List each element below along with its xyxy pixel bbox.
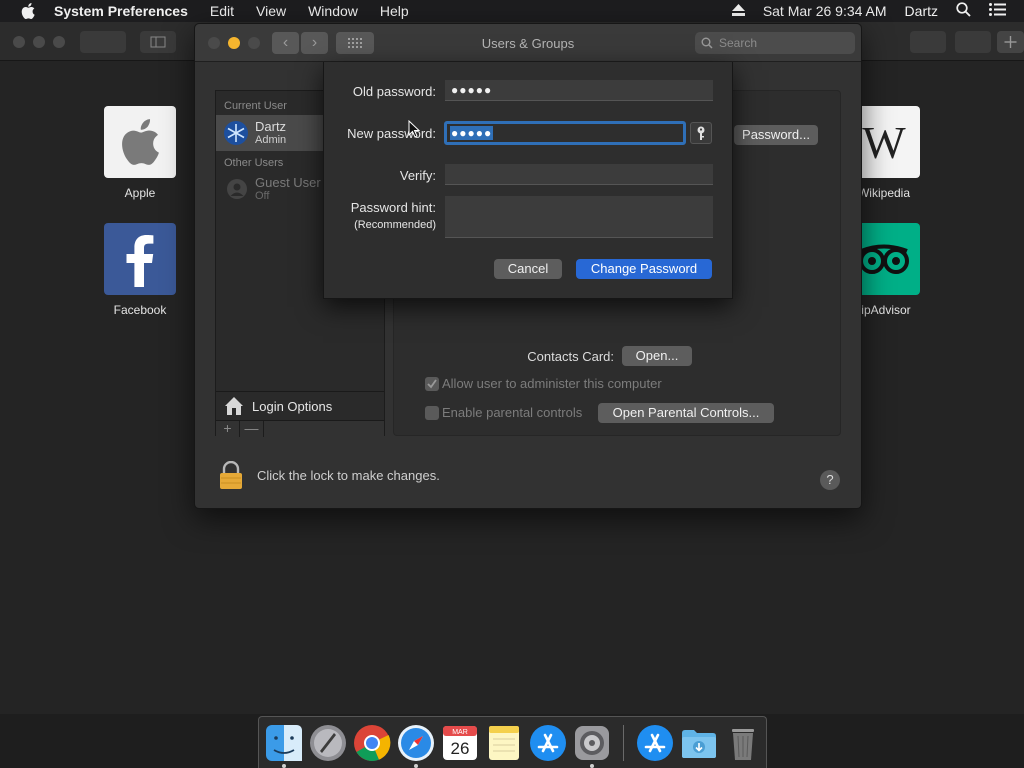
edit-menu[interactable]: Edit <box>210 3 234 19</box>
running-indicator <box>590 764 594 768</box>
login-options-item[interactable]: Login Options <box>216 391 384 421</box>
guest-avatar-icon <box>227 179 247 199</box>
user-name: Dartz <box>255 119 287 134</box>
allow-admin-label: Allow user to administer this computer <box>442 376 662 391</box>
clock[interactable]: Sat Mar 26 9:34 AM <box>763 3 887 19</box>
cancel-button[interactable]: Cancel <box>494 259 562 279</box>
add-remove-controls: + — <box>216 421 384 437</box>
finder-icon[interactable] <box>264 723 304 763</box>
calendar-day: 26 <box>451 739 470 758</box>
allow-admin-checkbox[interactable] <box>425 377 439 391</box>
password-assistant-key-icon[interactable] <box>690 122 712 144</box>
zoom-button[interactable] <box>53 36 65 48</box>
user-menu[interactable]: Dartz <box>905 3 938 19</box>
search-input[interactable]: Search <box>695 32 855 54</box>
contacts-card-label: Contacts Card: <box>527 349 614 364</box>
calendar-month: MAR <box>452 729 468 736</box>
password-hint-label: Password hint: <box>350 200 436 215</box>
dock-separator <box>623 725 624 761</box>
old-password-label: Old password: <box>352 84 436 99</box>
login-options-label: Login Options <box>252 398 333 414</box>
app-store-downloads-icon[interactable] <box>635 723 675 763</box>
trash-icon[interactable] <box>723 723 763 763</box>
add-user-button[interactable]: + <box>216 421 240 437</box>
favorite-apple[interactable]: Apple <box>104 106 176 200</box>
eject-icon[interactable] <box>731 3 745 19</box>
user-name: Guest User <box>255 175 321 190</box>
minimize-button[interactable] <box>33 36 45 48</box>
parental-controls-label: Enable parental controls <box>442 405 583 420</box>
running-indicator <box>414 764 418 768</box>
change-password-sheet: Old password: ●●●●● New password: ●●●●● … <box>323 62 733 299</box>
app-name-menu[interactable]: System Preferences <box>54 3 188 19</box>
help-menu[interactable]: Help <box>380 3 409 19</box>
new-tab-icon[interactable] <box>997 31 1024 53</box>
new-password-field[interactable]: ●●●●● <box>444 121 686 145</box>
old-password-field[interactable]: ●●●●● <box>445 80 713 101</box>
window-menu[interactable]: Window <box>308 3 358 19</box>
prefs-toolbar: ‹ › Users & Groups Search <box>195 24 861 62</box>
dock: MAR 26 <box>258 716 767 768</box>
current-user-header: Current User <box>224 100 287 112</box>
app-store-icon[interactable] <box>528 723 568 763</box>
change-password-confirm-button[interactable]: Change Password <box>576 259 712 279</box>
facebook-logo-icon <box>104 223 176 295</box>
other-users-header: Other Users <box>224 157 284 169</box>
parental-controls-checkbox[interactable] <box>425 406 439 420</box>
calendar-icon[interactable]: MAR 26 <box>440 723 480 763</box>
system-preferences-icon[interactable] <box>572 723 612 763</box>
safari-icon[interactable] <box>396 723 436 763</box>
verify-label: Verify: <box>399 168 436 183</box>
mouse-cursor-icon <box>408 120 420 138</box>
user-role: Admin <box>255 134 287 146</box>
house-icon <box>225 397 243 415</box>
running-indicator <box>282 764 286 768</box>
search-placeholder: Search <box>719 36 758 50</box>
open-parental-controls-button[interactable]: Open Parental Controls... <box>598 403 774 423</box>
lock-icon[interactable] <box>219 461 243 489</box>
notification-center-icon[interactable] <box>989 3 1006 19</box>
password-hint-field[interactable] <box>445 196 713 238</box>
new-password-label: New password: <box>347 126 436 141</box>
notes-icon[interactable] <box>484 723 524 763</box>
remove-user-button[interactable]: — <box>240 421 264 437</box>
search-icon <box>701 37 713 49</box>
password-hint-recommended: (Recommended) <box>354 219 436 231</box>
launchpad-icon[interactable] <box>308 723 348 763</box>
lock-row: Click the lock to make changes. <box>219 460 719 490</box>
apple-menu-icon[interactable] <box>20 3 36 19</box>
share-icon[interactable] <box>910 31 946 53</box>
favorite-label: Facebook <box>113 303 167 317</box>
verify-field[interactable] <box>445 164 713 185</box>
help-button[interactable]: ? <box>820 470 840 490</box>
spotlight-icon[interactable] <box>956 2 971 20</box>
tabs-overview-icon[interactable] <box>955 31 991 53</box>
menu-bar: System Preferences Edit View Window Help… <box>0 0 1024 22</box>
favorite-label: Apple <box>124 186 156 200</box>
back-forward-buttons[interactable] <box>80 31 126 53</box>
user-status: Off <box>255 190 270 202</box>
open-contacts-button[interactable]: Open... <box>622 346 692 366</box>
downloads-folder-icon[interactable] <box>679 723 719 763</box>
apple-logo-icon <box>104 106 176 178</box>
favorite-facebook[interactable]: Facebook <box>104 223 176 317</box>
change-password-button[interactable]: Password... <box>734 125 818 145</box>
selected-password-text: ●●●●● <box>450 126 494 140</box>
snowflake-avatar-icon <box>224 121 248 145</box>
sidebar-toggle-icon[interactable] <box>140 31 176 53</box>
view-menu[interactable]: View <box>256 3 286 19</box>
close-button[interactable] <box>13 36 25 48</box>
chrome-icon[interactable] <box>352 723 392 763</box>
lock-instruction: Click the lock to make changes. <box>257 467 440 483</box>
